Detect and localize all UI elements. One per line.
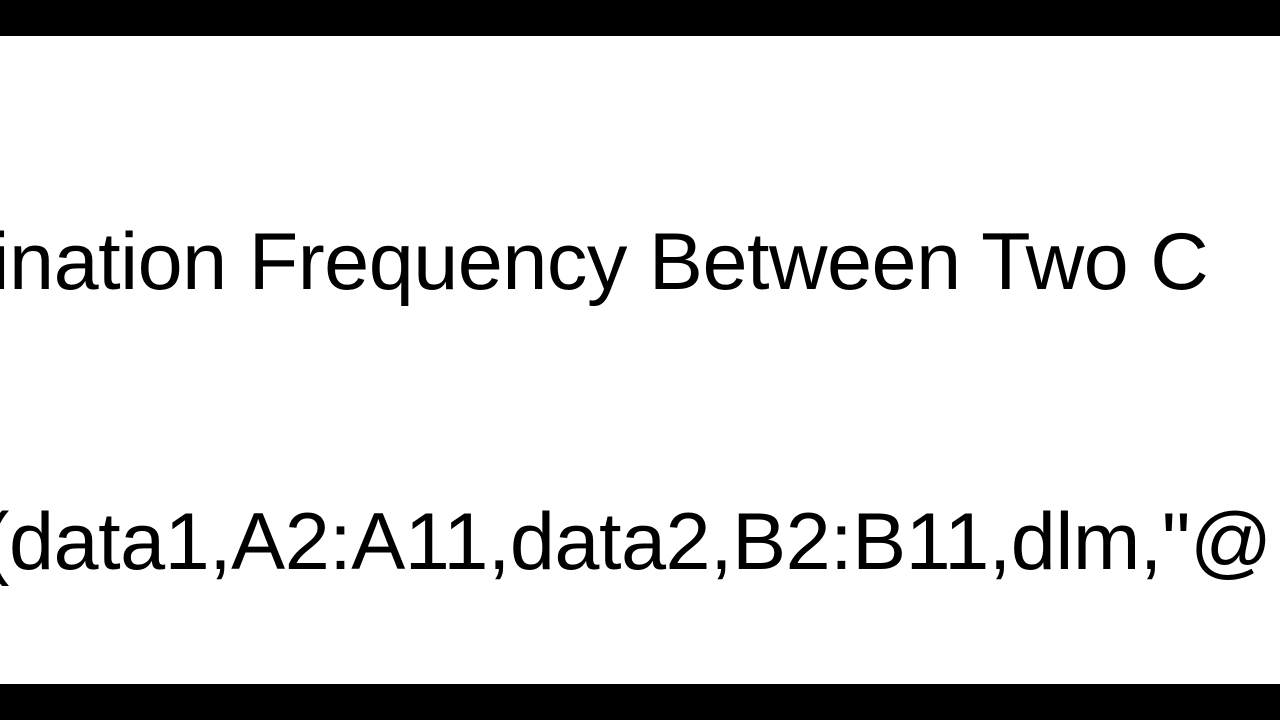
text-line-2: ET(data1,A2:A11,data2,B2:B11,dlm,"@ — [0, 496, 1280, 589]
formula-text-block: mbination Frequency Between Two C ET(dat… — [0, 36, 1280, 684]
text-line-1: mbination Frequency Between Two C — [0, 216, 1280, 309]
document-viewport: mbination Frequency Between Two C ET(dat… — [0, 36, 1280, 684]
